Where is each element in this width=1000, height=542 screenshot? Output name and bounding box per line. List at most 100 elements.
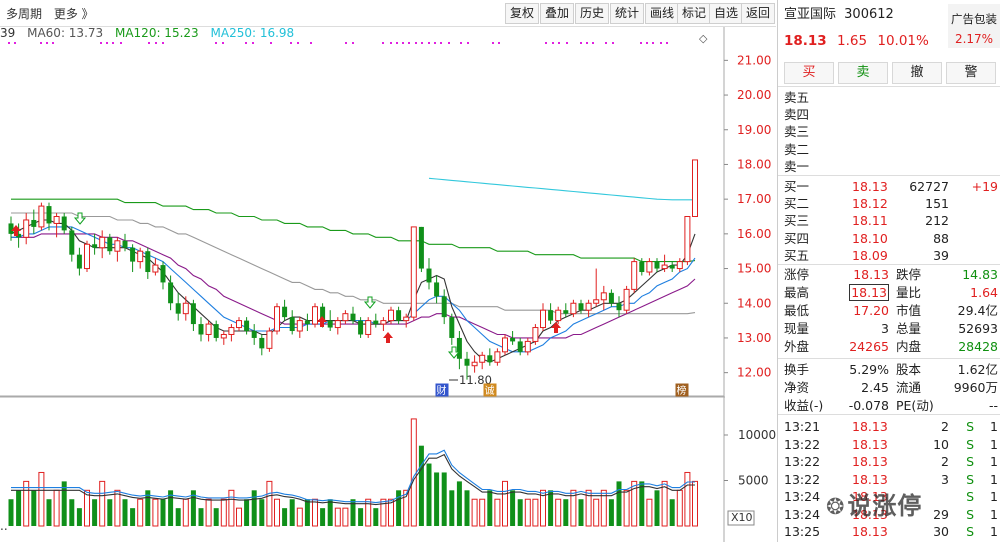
- fundamental-value: 2.45: [861, 380, 889, 395]
- tick-count: 1: [990, 489, 998, 504]
- candle-body: [456, 337, 462, 359]
- sector-box[interactable]: 广告包装 2.17%: [948, 4, 1000, 48]
- volume-bar: [548, 490, 554, 526]
- signal-dot: [586, 42, 588, 44]
- signal-dot: [545, 42, 547, 44]
- candle-body: [479, 354, 486, 363]
- signal-dot: [428, 42, 430, 44]
- sell-button[interactable]: 卖: [838, 62, 888, 84]
- signal-dot: [448, 42, 450, 44]
- candle-body: [61, 216, 67, 231]
- volume-bar: [107, 499, 113, 526]
- ask-label: 卖四: [784, 107, 810, 123]
- bid-price: 18.13: [852, 179, 888, 194]
- volume-bar: [692, 480, 698, 527]
- tick-count: 1: [990, 471, 998, 487]
- volume-bar: [92, 499, 98, 526]
- candle-body: [342, 313, 349, 322]
- candle-body: [540, 309, 546, 329]
- signal-dot: [46, 42, 48, 44]
- candle-body: [623, 288, 630, 311]
- sector-label: 广告包装: [951, 12, 997, 26]
- stat-label: 最低: [784, 303, 810, 318]
- volume-bar: [578, 499, 584, 526]
- stat-value: 1.64: [970, 285, 998, 300]
- tick-price: 18.13: [852, 419, 888, 434]
- volume-bar: [532, 498, 539, 527]
- volume-bar: [471, 498, 478, 527]
- candle-body: [228, 327, 235, 335]
- kline-chart[interactable]: ◇ 21.00 20.00 19.00 18.00 17.00 16.00 15.00 14.0…: [0, 0, 776, 542]
- stat-label: 内盘: [896, 339, 922, 354]
- stat-value: 18.13: [849, 284, 889, 301]
- fundamental-value: 9960万: [953, 380, 998, 395]
- volume-bar: [38, 471, 45, 527]
- tick-volume: 2: [941, 419, 949, 434]
- bid-row[interactable]: 买二 18.12 151: [778, 195, 1000, 213]
- buy-button[interactable]: 买: [784, 62, 834, 84]
- stat-row: 涨停 18.13 跌停 14.83: [778, 266, 1000, 284]
- price-tick-label: 18.00: [737, 157, 771, 171]
- candle-body: [92, 244, 98, 248]
- volume-bar: [259, 499, 265, 526]
- volume-bar: [593, 498, 600, 527]
- volume-bar: [441, 472, 447, 526]
- volume-bar: [555, 498, 562, 527]
- volume-bar: [524, 498, 531, 527]
- signal-dot: [310, 42, 312, 44]
- stat-label: 市值: [896, 303, 922, 318]
- signal-dot: [40, 42, 42, 44]
- ask-row[interactable]: 卖二: [778, 141, 1000, 159]
- bid-row[interactable]: 买一 18.13 62727 +19: [778, 178, 1000, 196]
- volume-unit-label: X10: [731, 511, 753, 524]
- bid-price: 18.12: [852, 196, 888, 212]
- volume-bar: [623, 489, 630, 527]
- stat-value: 3: [881, 321, 889, 336]
- volume-bar: [684, 471, 691, 527]
- volume-bar: [494, 498, 501, 527]
- stock-title: 宣亚国际 300612: [784, 6, 934, 24]
- stat-label: 外盘: [784, 339, 810, 354]
- signal-dot: [640, 42, 642, 44]
- candle-body: [487, 355, 493, 363]
- candle-body: [373, 320, 379, 325]
- stat-value: 24265: [849, 339, 889, 354]
- candle-body: [213, 324, 219, 338]
- volume-bar: [289, 499, 295, 526]
- candle-body: [274, 306, 280, 332]
- candle-body: [190, 303, 196, 325]
- tick-time: 13:24: [784, 506, 821, 522]
- up-arrow-icon: [383, 332, 393, 343]
- candle-body: [676, 261, 683, 270]
- candle-body: [616, 303, 622, 311]
- stat-row: 外盘 24265 内盘 28428: [778, 338, 1000, 356]
- price-tick-label: 17.00: [737, 192, 771, 206]
- tick-count: 1: [990, 419, 998, 434]
- volume-bar: [563, 499, 569, 526]
- candle-body: [76, 254, 82, 269]
- bid-row[interactable]: 买三 18.11 212: [778, 212, 1000, 230]
- candle-body: [107, 237, 113, 252]
- ask-row[interactable]: 卖一: [778, 158, 1000, 176]
- bid-row[interactable]: 买四 18.10 88: [778, 230, 1000, 248]
- volume-bar: [304, 499, 310, 526]
- candle-body: [350, 313, 356, 321]
- tick-side: S: [966, 454, 974, 469]
- watermark-text: 说涨停: [847, 492, 923, 520]
- cancel-order-button[interactable]: 撤: [892, 62, 942, 84]
- ask-row[interactable]: 卖四: [778, 106, 1000, 124]
- ma5-line: [10, 219, 696, 363]
- signal-dot: [580, 42, 582, 44]
- bid-volume: 88: [933, 230, 949, 246]
- signal-dot: [345, 42, 347, 44]
- price-tick-label: 21.00: [737, 53, 771, 67]
- candle-body: [563, 310, 569, 314]
- stat-row: 现量 3 总量 52693: [778, 320, 1000, 338]
- volume-bar: [502, 480, 508, 527]
- ask-row[interactable]: 卖五: [778, 89, 1000, 107]
- fundamental-label: 收益(-): [784, 398, 824, 413]
- ask-row[interactable]: 卖三: [778, 123, 1000, 141]
- candle-body: [251, 331, 257, 338]
- alert-button[interactable]: 警: [946, 62, 996, 84]
- bid-row[interactable]: 买五 18.09 39: [778, 247, 1000, 265]
